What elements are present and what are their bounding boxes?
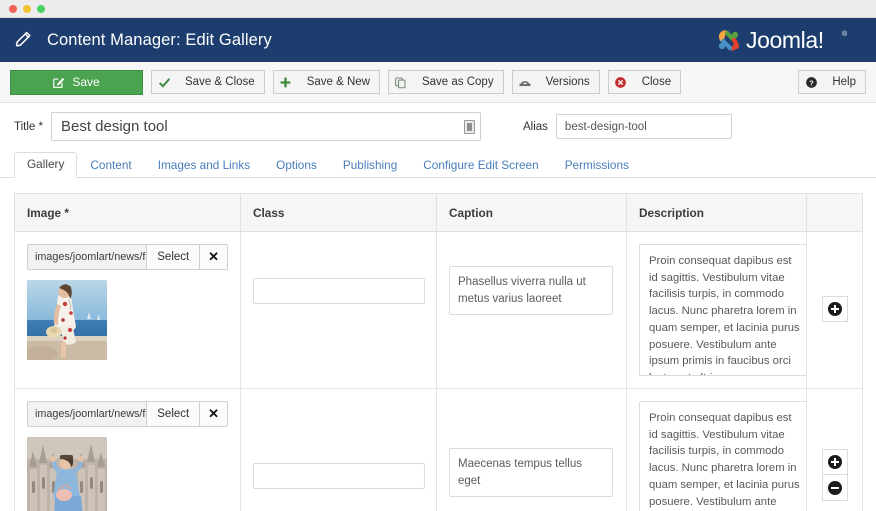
- column-header-class: Class: [240, 193, 437, 232]
- remove-row-button[interactable]: [821, 475, 848, 501]
- check-icon[interactable]: [151, 70, 176, 94]
- image-path-input[interactable]: images/joomlart/news/fa:: [27, 244, 147, 270]
- page-title: Content Manager: Edit Gallery: [47, 30, 272, 49]
- add-row-button[interactable]: [821, 449, 848, 475]
- actions-cell: [806, 388, 863, 511]
- pencil-icon: [14, 30, 34, 50]
- column-header-description: Description: [626, 193, 807, 232]
- image-path-group: images/joomlart/news/fa: Select ✕: [27, 244, 228, 270]
- alias-input[interactable]: [555, 114, 732, 139]
- caption-cell: Phasellus viverra nulla ut metus varius …: [436, 231, 627, 389]
- image-cell: images/joomlart/news/fa: Select ✕: [14, 388, 241, 511]
- maximize-window-button[interactable]: [37, 4, 45, 13]
- svg-text:?: ?: [809, 78, 814, 87]
- tab-publishing[interactable]: Publishing: [330, 153, 410, 178]
- minus-circle-icon: [827, 480, 842, 495]
- versions-button[interactable]: Versions: [536, 70, 600, 94]
- form-autofill-icon[interactable]: [463, 119, 475, 134]
- description-textarea[interactable]: Proin consequat dapibus est id sagittis.…: [639, 244, 813, 376]
- select-image-button[interactable]: Select: [146, 401, 201, 427]
- class-input[interactable]: [253, 463, 425, 489]
- minimize-window-button[interactable]: [23, 4, 31, 13]
- close-window-button[interactable]: [9, 4, 17, 13]
- class-input[interactable]: [253, 278, 425, 304]
- image-thumbnail[interactable]: [27, 280, 107, 360]
- row-action-buttons: [819, 449, 850, 501]
- svg-text:®: ®: [842, 30, 848, 38]
- actions-spacer: [819, 401, 850, 449]
- row-action-buttons: [819, 296, 850, 322]
- image-path-input[interactable]: images/joomlart/news/fa:: [27, 401, 147, 427]
- plus-circle-icon: [827, 455, 842, 469]
- actions-spacer: [819, 244, 850, 296]
- class-cell: [240, 231, 437, 389]
- tab-images-and-links[interactable]: Images and Links: [145, 153, 263, 178]
- caption-input[interactable]: Phasellus viverra nulla ut metus varius …: [449, 266, 613, 316]
- title-input[interactable]: [50, 112, 481, 141]
- gallery-table: Image * Class Caption Description images…: [14, 193, 863, 511]
- save-copy-button-group: Save as Copy: [387, 70, 504, 94]
- save-close-button[interactable]: Save & Close: [176, 70, 265, 94]
- image-path-group: images/joomlart/news/fa: Select ✕: [27, 401, 228, 427]
- caption-input[interactable]: Maecenas tempus tellus eget: [449, 448, 613, 498]
- tab-options[interactable]: Options: [263, 153, 330, 178]
- tab-content[interactable]: Content: [77, 153, 144, 178]
- select-image-button[interactable]: Select: [146, 244, 201, 270]
- close-circle-icon[interactable]: [607, 70, 633, 94]
- close-button-group: Close: [607, 70, 682, 94]
- clear-image-button[interactable]: ✕: [200, 401, 228, 427]
- joomla-logo: Joomla! ®: [714, 25, 866, 55]
- save-button[interactable]: Save: [10, 69, 143, 95]
- save-new-button[interactable]: Save & New: [297, 70, 380, 94]
- plus-icon[interactable]: [272, 70, 298, 94]
- editor-toolbar: Save Save & Close Save & New Save as Cop…: [0, 62, 876, 103]
- save-copy-button[interactable]: Save as Copy: [412, 70, 504, 94]
- clear-image-button[interactable]: ✕: [200, 244, 228, 270]
- caption-cell: Maecenas tempus tellus eget: [436, 388, 627, 511]
- svg-text:Joomla!: Joomla!: [746, 27, 824, 53]
- close-button[interactable]: Close: [632, 70, 682, 94]
- column-header-image: Image *: [14, 193, 241, 232]
- table-row: images/joomlart/news/fa: Select ✕: [14, 388, 863, 511]
- tab-permissions[interactable]: Permissions: [552, 153, 642, 178]
- table-row: images/joomlart/news/fa: Select ✕: [14, 231, 863, 389]
- app-header: Content Manager: Edit Gallery Joomla! ®: [0, 18, 876, 62]
- alias-label: Alias: [522, 120, 548, 133]
- actions-cell: [806, 231, 863, 389]
- save-button-label: Save: [72, 75, 100, 89]
- help-button-group: ? Help: [798, 70, 866, 94]
- title-input-wrapper: [50, 112, 481, 141]
- gallery-table-wrapper: Image * Class Caption Description images…: [0, 193, 876, 511]
- column-header-actions: [806, 193, 863, 232]
- tab-gallery[interactable]: Gallery: [14, 152, 78, 178]
- image-thumbnail[interactable]: [27, 437, 107, 511]
- copy-icon[interactable]: [387, 70, 413, 94]
- column-header-caption: Caption: [436, 193, 627, 232]
- title-label: Title *: [14, 120, 43, 133]
- window-titlebar: [0, 0, 876, 18]
- tabs-spacer: [0, 178, 876, 193]
- description-cell: Proin consequat dapibus est id sagittis.…: [626, 231, 813, 389]
- archive-icon[interactable]: [511, 70, 537, 94]
- add-row-button[interactable]: [821, 296, 848, 322]
- save-close-button-group: Save & Close: [151, 70, 265, 94]
- image-cell: images/joomlart/news/fa: Select ✕: [14, 231, 241, 389]
- help-button[interactable]: Help: [823, 70, 866, 94]
- versions-button-group: Versions: [511, 70, 600, 94]
- description-textarea[interactable]: Proin consequat dapibus est id sagittis.…: [639, 401, 813, 511]
- tab-configure-edit-screen[interactable]: Configure Edit Screen: [410, 153, 551, 178]
- plus-circle-icon: [827, 302, 842, 316]
- description-cell: Proin consequat dapibus est id sagittis.…: [626, 388, 813, 511]
- class-cell: [240, 388, 437, 511]
- help-circle-icon[interactable]: ?: [798, 70, 824, 94]
- editor-tabs: Gallery Content Images and Links Options…: [0, 150, 876, 178]
- title-alias-row: Title * Alias: [0, 103, 876, 150]
- pencil-square-icon: [53, 77, 65, 88]
- save-new-button-group: Save & New: [272, 70, 380, 94]
- save-button-group: Save: [10, 69, 143, 95]
- table-header-row: Image * Class Caption Description: [14, 193, 863, 232]
